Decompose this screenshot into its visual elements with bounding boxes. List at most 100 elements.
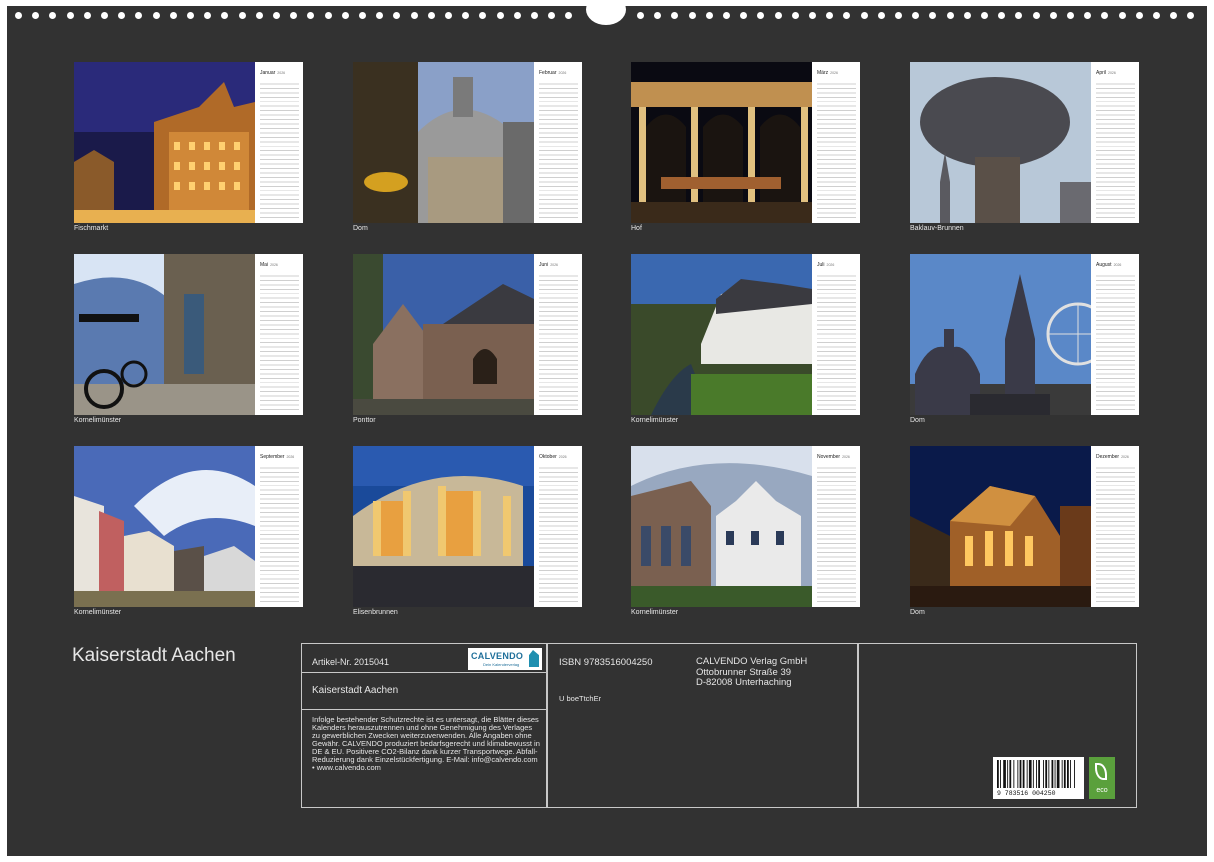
binding-hole (118, 12, 126, 19)
month-preview-4: April 2026 Baklauv-Brunnen (910, 62, 1139, 232)
binding-hole (531, 12, 538, 19)
month-name: Oktober 2026 (539, 454, 567, 460)
binding-hole (705, 12, 713, 19)
barcode-bar (1003, 760, 1006, 788)
month-calendar-strip: November 2026 (812, 446, 860, 607)
month-preview-5: Mai 2026 Kornelimünster (74, 254, 303, 424)
binding-hole (427, 12, 435, 19)
binding-hole (929, 12, 937, 19)
binding-hole (410, 12, 418, 19)
barcode-bar (1013, 760, 1015, 788)
photo-caption: Dom (910, 609, 925, 616)
binding-hole (359, 12, 366, 19)
barcode-bar (1070, 760, 1071, 788)
binding-hole (757, 12, 765, 19)
legal-text: Infolge bestehender Schutzrechte ist es … (312, 715, 540, 772)
day-lines (539, 80, 578, 219)
month-calendar-strip: Oktober 2026 (534, 446, 582, 607)
binding-hole (238, 12, 246, 19)
binding-hole (66, 12, 74, 19)
binding-hole (513, 12, 521, 19)
month-calendar-strip: Dezember 2026 (1091, 446, 1139, 607)
month-preview-12: Dezember 2026 Dom (910, 446, 1139, 616)
binding-hole (791, 12, 799, 19)
month-calendar-strip: Februar 2026 (534, 62, 582, 223)
barcode-bar (1007, 760, 1009, 788)
barcode-bar (1026, 760, 1028, 788)
calendar-back-sheet: Januar 2026 Fischmarkt Februar 2026 Dom Mä… (7, 0, 1207, 856)
month-photo (74, 254, 255, 415)
calendar-title: Kaiserstadt Aachen (72, 645, 236, 666)
binding-hole (946, 12, 954, 19)
day-lines (539, 272, 578, 411)
month-name: April 2026 (1096, 70, 1116, 76)
barcode-bar (997, 760, 999, 788)
barcode-bar (1009, 760, 1012, 788)
binding-hole (809, 12, 816, 19)
month-preview-10: Oktober 2026 Elisenbrunnen (353, 446, 582, 616)
binding-hole (1032, 12, 1040, 19)
binding-hole (324, 12, 332, 19)
month-photo (910, 446, 1091, 607)
month-calendar-strip: September 2026 (255, 446, 303, 607)
day-lines (1096, 272, 1135, 411)
photo-caption: Dom (910, 417, 925, 424)
month-photo (353, 446, 534, 607)
barcode-bar (1028, 760, 1032, 788)
barcode-bar (1063, 760, 1066, 788)
binding-hole (723, 12, 730, 19)
binding-hole (221, 12, 229, 19)
binding-hole (981, 12, 988, 19)
day-lines (260, 80, 299, 219)
binding-hole (496, 12, 504, 19)
binding-hole (912, 12, 920, 19)
barcode-bar (1017, 760, 1019, 788)
barcode-bar (1043, 760, 1044, 788)
day-lines (1096, 80, 1135, 219)
month-calendar-strip: Juli 2026 (812, 254, 860, 415)
publisher-address: CALVENDO Verlag GmbH Ottobrunner Straße … (696, 656, 808, 688)
day-lines (817, 80, 856, 219)
photo-caption: Kornelimünster (631, 609, 679, 616)
binding-hole (462, 12, 470, 19)
month-name: Februar 2026 (539, 70, 567, 76)
barcode-bar (1036, 760, 1037, 788)
binding-hole (1170, 12, 1178, 19)
month-calendar-strip: August 2026 (1091, 254, 1139, 415)
binding-hole (152, 12, 160, 19)
barcode-bar (1048, 760, 1050, 788)
month-preview-3: März 2026 Hof (631, 62, 860, 232)
barcode-bar (1061, 760, 1063, 788)
binding-hole (895, 12, 902, 19)
binding-hole (548, 12, 556, 19)
month-photo (910, 254, 1091, 415)
photo-caption: Elisenbrunnen (353, 609, 398, 616)
binding-hole (637, 12, 644, 19)
month-photo (631, 254, 812, 415)
binding-hole (169, 12, 177, 19)
month-photo (631, 446, 812, 607)
day-lines (817, 464, 856, 603)
month-photo (74, 446, 255, 607)
binding-hole (376, 12, 384, 19)
month-photo (74, 62, 255, 223)
barcode-bar (1022, 760, 1025, 788)
month-calendar-strip: März 2026 (812, 62, 860, 223)
binding-hole (1067, 12, 1074, 19)
photo-caption: Dom (353, 225, 368, 232)
barcode-bar (1019, 760, 1022, 788)
day-lines (1096, 464, 1135, 603)
publisher-panel: ISBN 9783516004250 CALVENDO Verlag GmbH … (546, 643, 859, 808)
binding-hole (860, 12, 868, 19)
month-name: November 2026 (817, 454, 850, 460)
barcode-bar (1074, 760, 1075, 788)
binding-hole (998, 12, 1006, 19)
binding-hole (135, 12, 143, 19)
month-calendar-strip: Juni 2026 (534, 254, 582, 415)
photo-caption: Fischmarkt (74, 225, 109, 232)
barcode-bar (1054, 760, 1056, 788)
binding-hole (826, 12, 834, 19)
month-calendar-strip: Januar 2026 (255, 62, 303, 223)
barcode-bar (1045, 760, 1048, 788)
binding-hole (479, 12, 487, 19)
